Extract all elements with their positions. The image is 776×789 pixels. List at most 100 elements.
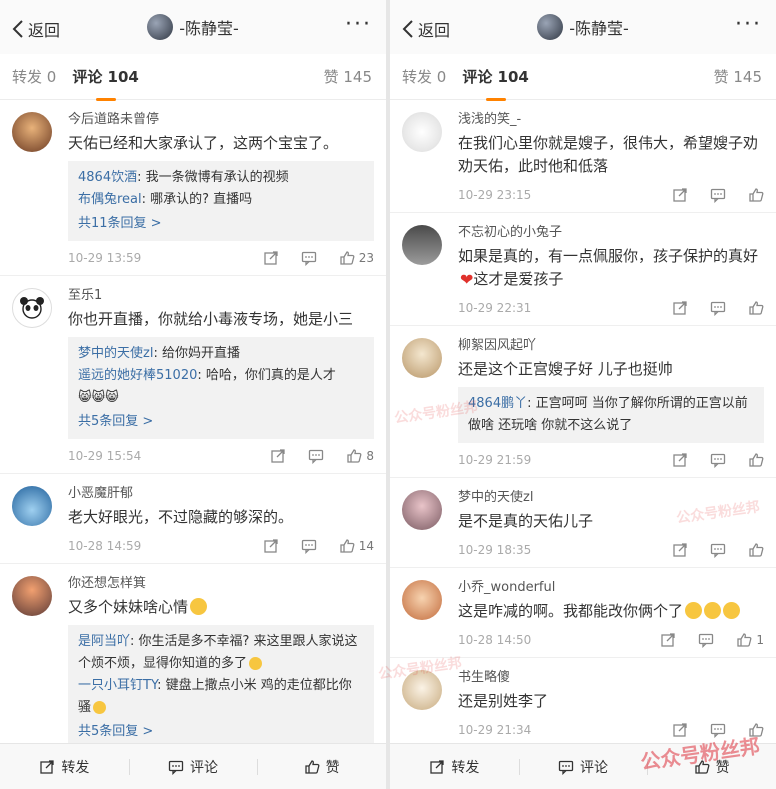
like-button[interactable]: 赞 — [647, 757, 776, 777]
reply-username[interactable]: 遥远的她好棒51020 — [78, 368, 197, 383]
like-button[interactable] — [748, 187, 764, 203]
comment-time: 10-29 21:34 — [458, 723, 532, 737]
comment-text: 你也开直播，你就给小毒液专场，她是小三 — [68, 310, 354, 328]
tab-comments[interactable]: 评论 104 — [72, 66, 139, 101]
share-icon[interactable] — [263, 250, 279, 266]
reply-box[interactable]: 4864饮酒: 我一条微博有承认的视频 布偶兔real: 哪承认的? 直播吗 共… — [68, 161, 374, 241]
more-icon[interactable]: ··· — [345, 12, 372, 37]
avatar[interactable] — [12, 112, 52, 152]
avatar[interactable] — [12, 288, 52, 328]
comment-icon[interactable] — [301, 250, 317, 266]
repost-button[interactable]: 转发 — [390, 757, 519, 777]
bottom-toolbar: 转发 评论 赞 — [0, 743, 386, 789]
comment-username[interactable]: 小乔_wonderful — [458, 578, 764, 598]
thumbs-up-icon — [749, 188, 764, 202]
comment-icon[interactable] — [301, 538, 317, 554]
nav-user[interactable]: -陈静莹- — [0, 14, 386, 40]
reply-username[interactable]: 一只小耳钉TY — [78, 678, 157, 693]
more-replies-link[interactable]: 共5条回复 > — [78, 721, 364, 743]
comment-meta: 10-28 14:59 14 — [68, 529, 374, 563]
share-icon[interactable] — [270, 448, 286, 464]
comment-item: 梦中的天使zl 是不是真的天佑儿子 10-29 18:35 — [390, 478, 776, 568]
avatar[interactable] — [12, 576, 52, 616]
comment-icon[interactable] — [710, 452, 726, 468]
comment-meta: 10-29 15:54 8 — [68, 439, 374, 473]
avatar[interactable] — [402, 490, 442, 530]
page-title: -陈静莹- — [179, 19, 239, 38]
reply-username[interactable]: 布偶兔real — [78, 192, 142, 207]
comment-item: 你还想怎样箕 又多个妹妹啥心情 是阿当吖: 你生活是多不幸福? 来这里跟人家说这… — [0, 564, 386, 750]
reply-username[interactable]: 4864饮酒 — [78, 170, 137, 185]
avatar — [147, 14, 174, 40]
like-button[interactable] — [748, 452, 764, 468]
more-replies-link[interactable]: 共5条回复 > — [78, 411, 364, 433]
share-icon[interactable] — [672, 722, 688, 738]
tab-likes[interactable]: 赞 145 — [324, 66, 372, 87]
comment-icon[interactable] — [698, 632, 714, 648]
like-button[interactable]: 1 — [736, 632, 764, 648]
avatar[interactable] — [402, 112, 442, 152]
comment-username[interactable]: 不忘初心的小兔子 — [458, 223, 764, 243]
comment-icon[interactable] — [710, 300, 726, 316]
like-button[interactable] — [748, 300, 764, 316]
reply-box[interactable]: 是阿当吖: 你生活是多不幸福? 来这里跟人家说这个烦不烦，显得你知道的多了 一只… — [68, 625, 374, 749]
comment-username[interactable]: 柳絮因风起吖 — [458, 336, 764, 356]
comment-label: 评论 — [580, 759, 608, 776]
smile-emoji-icon — [190, 598, 208, 615]
avatar — [537, 14, 564, 40]
comment-username[interactable]: 今后道路未曾停 — [68, 110, 374, 130]
comment-icon[interactable] — [710, 722, 726, 738]
share-icon[interactable] — [672, 187, 688, 203]
like-button[interactable] — [748, 542, 764, 558]
tab-repost[interactable]: 转发 0 — [402, 66, 446, 87]
comment-username[interactable]: 你还想怎样箕 — [68, 574, 374, 594]
share-icon[interactable] — [660, 632, 676, 648]
comment-text: 还是这个正宫嫂子好 儿子也挺帅 — [458, 360, 673, 378]
comment-username[interactable]: 小恶魔肝郁 — [68, 484, 374, 504]
avatar[interactable] — [12, 486, 52, 526]
reply-username[interactable]: 梦中的天使zl — [78, 346, 153, 361]
share-icon[interactable] — [672, 300, 688, 316]
like-button[interactable]: 赞 — [257, 757, 386, 777]
nav-user[interactable]: -陈静莹- — [390, 14, 776, 40]
tab-likes[interactable]: 赞 145 — [714, 66, 762, 87]
comment-icon[interactable] — [710, 542, 726, 558]
share-icon[interactable] — [672, 452, 688, 468]
reply-username[interactable]: 4864鹏丫 — [468, 396, 527, 411]
reply-username[interactable]: 是阿当吖 — [78, 634, 130, 649]
repost-button[interactable]: 转发 — [0, 757, 129, 777]
avatar[interactable] — [402, 670, 442, 710]
like-button[interactable]: 8 — [346, 448, 374, 464]
comment-button[interactable]: 评论 — [518, 757, 648, 777]
share-icon[interactable] — [263, 538, 279, 554]
tab-repost[interactable]: 转发 0 — [12, 66, 56, 87]
repost-label: 转发 — [451, 759, 480, 776]
comment-text: 在我们心里你就是嫂子，很伟大，希望嫂子劝劝天佑，此时他和低落 — [458, 134, 759, 175]
comment-icon[interactable] — [710, 187, 726, 203]
more-icon[interactable]: ··· — [735, 12, 762, 37]
reply-box[interactable]: 梦中的天使zl: 给你妈开直播 遥远的她好棒51020: 哈哈，你们真的是人才 … — [68, 337, 374, 439]
comment-text: 老大好眼光，不过隐藏的够深的。 — [68, 508, 294, 526]
thumbs-up-icon — [737, 633, 752, 647]
tab-comments[interactable]: 评论 104 — [462, 66, 529, 101]
like-button[interactable]: 14 — [339, 538, 374, 554]
avatar[interactable] — [402, 580, 442, 620]
comment-text: 这是咋减的啊。我都能改你俩个了 — [458, 602, 684, 620]
comment-username[interactable]: 浅浅的笑_- — [458, 110, 764, 130]
comment-username[interactable]: 书生略傻 — [458, 668, 764, 688]
like-button[interactable]: 23 — [339, 250, 374, 266]
comment-username[interactable]: 梦中的天使zl — [458, 488, 764, 508]
thumbs-up-icon — [749, 453, 764, 467]
comment-username[interactable]: 至乐1 — [68, 286, 374, 306]
like-button[interactable] — [748, 722, 764, 738]
sleepy-emoji-icon — [93, 701, 107, 714]
avatar[interactable] — [402, 338, 442, 378]
comment-actions: 8 — [270, 439, 374, 473]
avatar[interactable] — [402, 225, 442, 265]
reply-box[interactable]: 4864鹏丫: 正宫呵呵 当你了解你所谓的正宫以前做啥 还玩啥 你就不这么说了 — [458, 387, 764, 443]
nav-bar: 返回 -陈静莹- ··· — [0, 0, 386, 54]
comment-button[interactable]: 评论 — [128, 757, 258, 777]
comment-icon[interactable] — [308, 448, 324, 464]
share-icon[interactable] — [672, 542, 688, 558]
more-replies-link[interactable]: 共11条回复 > — [78, 213, 364, 235]
